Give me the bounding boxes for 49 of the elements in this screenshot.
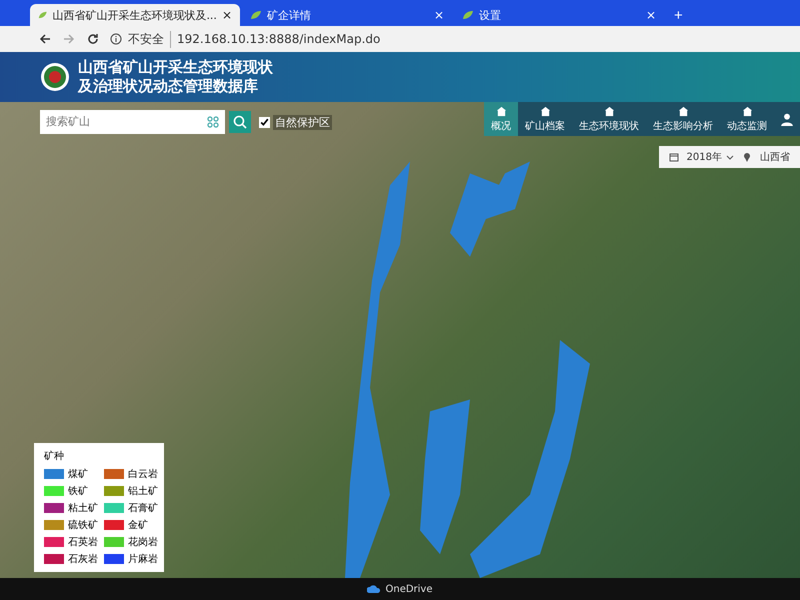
legend-label: 硫铁矿 — [68, 518, 98, 532]
search-button[interactable] — [229, 111, 251, 133]
info-icon — [110, 33, 122, 45]
legend-label: 铁矿 — [68, 484, 88, 498]
browser-tab[interactable]: 设置 × — [454, 4, 664, 26]
nav-item[interactable]: 生态影响分析 — [646, 102, 720, 136]
house-icon — [604, 106, 614, 116]
grid-icon[interactable] — [207, 116, 219, 128]
legend-label: 石膏矿 — [128, 502, 158, 515]
browser-tab[interactable]: 矿企详情 × — [242, 4, 452, 26]
legend-label: 白云岩 — [128, 468, 158, 481]
legend-label: 铝土矿 — [128, 484, 158, 498]
caret-icon[interactable] — [726, 154, 734, 160]
legend-label: 石灰岩 — [68, 552, 98, 566]
nav-item[interactable]: 概况 — [484, 102, 518, 136]
pin-icon — [742, 152, 752, 162]
house-icon — [496, 106, 506, 116]
search-icon — [233, 115, 247, 129]
legend-label: 花岗岩 — [128, 536, 158, 549]
taskbar-app[interactable]: OneDrive — [367, 584, 433, 594]
house-icon — [540, 106, 550, 116]
legend-label: 煤矿 — [68, 468, 88, 481]
cloud-icon — [367, 584, 382, 594]
user-icon[interactable] — [780, 112, 794, 126]
legend-title: 矿种 — [44, 450, 65, 463]
emblem-logo — [40, 62, 70, 92]
leaf-icon — [462, 10, 474, 20]
leaf-icon — [38, 10, 48, 20]
legend-label: 片麻岩 — [128, 552, 158, 566]
browser-tab[interactable]: 山西省矿山开采生态环境现状及... × — [30, 4, 240, 26]
back-icon[interactable] — [38, 32, 52, 46]
app-title: 山西省矿山开采生态环境现状 及治理状况动态管理数据库 — [78, 58, 273, 96]
leaf-icon — [250, 10, 262, 20]
region-dropdown[interactable]: 山西省 — [760, 150, 790, 164]
year-dropdown[interactable]: 2018年 — [686, 150, 722, 164]
nav-item[interactable]: 生态环境现状 — [572, 102, 646, 136]
house-icon — [678, 106, 688, 116]
search-field[interactable]: 搜索矿山 — [40, 110, 225, 134]
legend-label: 粘土矿 — [68, 502, 98, 515]
nav-item[interactable]: 矿山档案 — [518, 102, 572, 136]
new-tab-button[interactable]: + — [666, 4, 691, 26]
checkbox[interactable] — [259, 116, 270, 128]
house-icon — [742, 106, 752, 116]
legend-label: 金矿 — [128, 518, 148, 532]
calendar-icon — [668, 152, 679, 162]
layer-label: 自然保护区 — [273, 114, 332, 130]
nav-item[interactable]: 动态监测 — [720, 102, 774, 136]
legend-label: 石英岩 — [68, 536, 98, 549]
reload-icon[interactable] — [86, 32, 100, 46]
